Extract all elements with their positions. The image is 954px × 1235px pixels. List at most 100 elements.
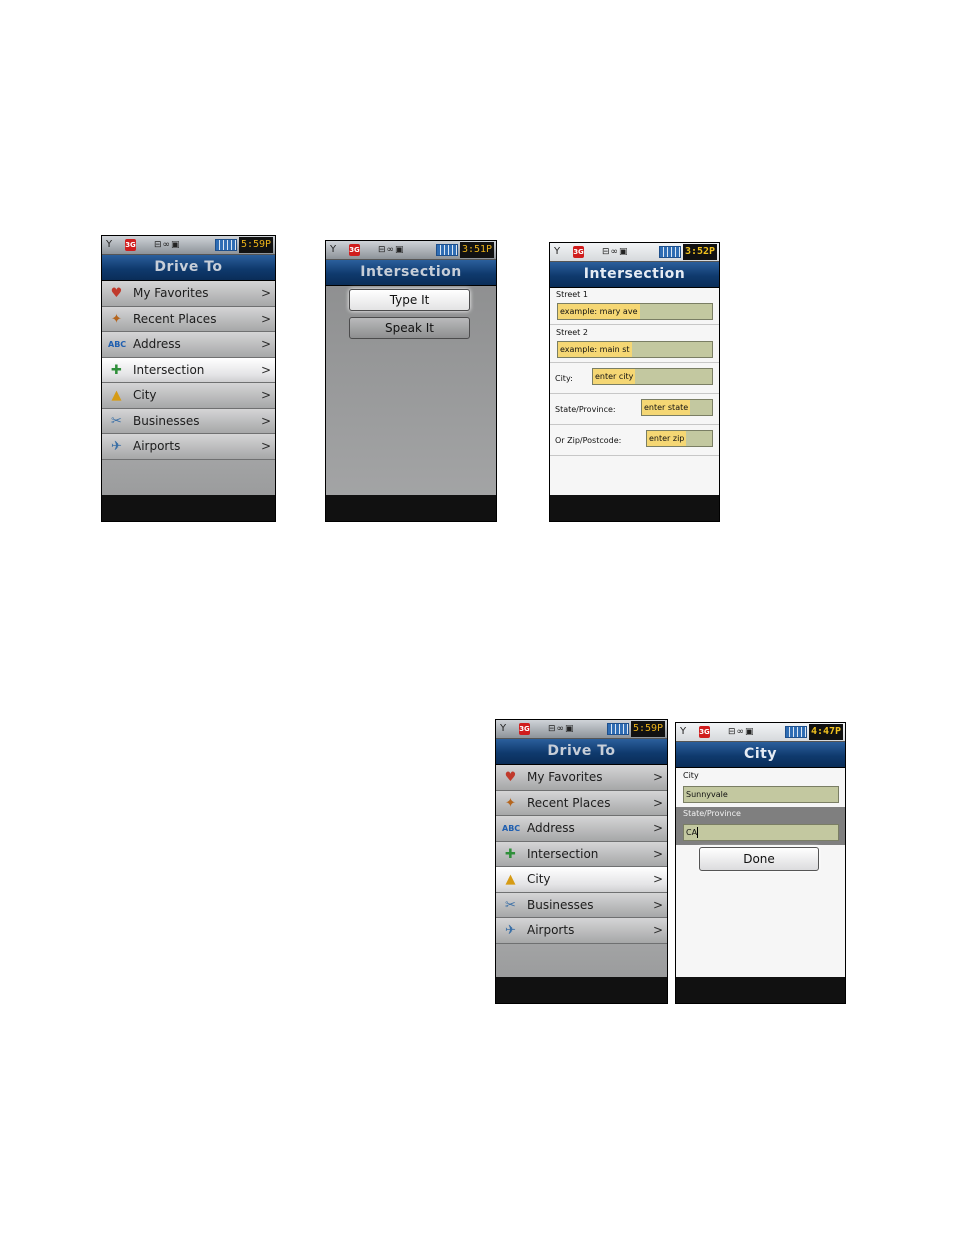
- menu-item-recent-places[interactable]: ✦ Recent Places >: [102, 306, 275, 332]
- done-button[interactable]: Done: [699, 847, 819, 871]
- menu-item-city[interactable]: ▲ City >: [496, 867, 667, 893]
- state-value: CA: [686, 828, 698, 837]
- recent-places-icon: ✦: [111, 311, 122, 327]
- clock: 3:52P: [683, 244, 717, 260]
- chevron-right-icon: >: [652, 872, 663, 886]
- page-title: City: [676, 742, 845, 767]
- menu-item-address[interactable]: ABC Address >: [496, 816, 667, 842]
- network-icon: 3G: [349, 244, 360, 256]
- signal-icon: Y: [330, 244, 337, 255]
- battery-icon: [436, 244, 458, 256]
- chevron-right-icon: >: [260, 388, 271, 402]
- menu-item-label: City: [133, 388, 157, 402]
- city-field[interactable]: Sunnyvale: [683, 786, 839, 803]
- menu-item-my-favorites[interactable]: ♥ My Favorites >: [496, 765, 667, 791]
- battery-icon: [607, 723, 629, 735]
- battery-icon: [785, 726, 807, 738]
- favorites-icon: ♥: [504, 770, 517, 785]
- battery-icon: [215, 239, 237, 251]
- clock: 3:51P: [460, 242, 494, 258]
- status-icons: ⊟∞▣: [378, 245, 405, 255]
- status-icons: ⊟∞▣: [548, 724, 575, 734]
- menu-list: ♥ My Favorites > ✦ Recent Places > ABC A…: [496, 765, 667, 977]
- street2-label: Street 2: [556, 328, 588, 337]
- chevron-right-icon: >: [652, 846, 663, 861]
- network-icon: 3G: [699, 726, 710, 738]
- status-bar: Y 3G ⊟∞▣ 4:47P: [676, 723, 845, 742]
- city-icon: ▲: [505, 872, 516, 887]
- menu-item-intersection[interactable]: ✚ Intersection >: [496, 841, 667, 867]
- menu-item-airports[interactable]: ✈ Airports >: [496, 918, 667, 944]
- intersection-icon: ✚: [505, 846, 516, 862]
- intersection-form: Street 1 example: mary ave Street 2 exam…: [550, 288, 719, 495]
- status-bar: Y 3G ⊟∞▣ 3:51P: [326, 241, 496, 260]
- address-icon: ABC: [108, 340, 127, 349]
- state-field[interactable]: enter state: [641, 399, 713, 416]
- state-field[interactable]: CA: [683, 824, 839, 841]
- city-placeholder: enter city: [593, 369, 636, 384]
- street2-placeholder: example: main st: [558, 342, 632, 357]
- signal-icon: Y: [554, 246, 561, 257]
- divider: [550, 455, 719, 456]
- options-panel: Type It Speak It: [326, 286, 496, 495]
- menu-item-businesses[interactable]: ✂ Businesses >: [496, 892, 667, 918]
- status-bar: Y 3G ⊟∞▣ 5:59P: [496, 720, 667, 739]
- airports-icon: ✈: [505, 923, 516, 938]
- page-title: Drive To: [496, 739, 667, 764]
- recent-places-icon: ✦: [505, 795, 516, 811]
- status-bar: Y 3G ⊟∞▣ 3:52P: [550, 243, 719, 262]
- chevron-right-icon: >: [652, 770, 663, 784]
- menu-item-businesses[interactable]: ✂ Businesses >: [102, 408, 275, 434]
- screen-intersection-form: Y 3G ⊟∞▣ 3:52P Intersection Street 1 exa…: [549, 242, 720, 522]
- menu-item-airports[interactable]: ✈ Airports >: [102, 434, 275, 460]
- menu-item-city[interactable]: ▲ City >: [102, 383, 275, 409]
- city-label: City:: [555, 374, 573, 383]
- menu-item-label: My Favorites: [133, 286, 209, 300]
- network-icon: 3G: [573, 246, 584, 258]
- status-icons: ⊟∞▣: [154, 240, 181, 250]
- clock: 5:59P: [631, 721, 665, 737]
- street1-field[interactable]: example: mary ave: [557, 303, 713, 320]
- chevron-right-icon: >: [652, 821, 663, 835]
- speak-it-button[interactable]: Speak It: [349, 317, 470, 339]
- zip-field[interactable]: enter zip: [646, 430, 713, 447]
- screen-intersection-choice: Y 3G ⊟∞▣ 3:51P Intersection Type It Spea…: [325, 240, 497, 522]
- menu-item-recent-places[interactable]: ✦ Recent Places >: [496, 790, 667, 816]
- clock: 4:47P: [809, 724, 843, 740]
- menu-item-label: Businesses: [527, 897, 594, 912]
- menu-item-label: Airports: [133, 439, 181, 453]
- network-icon: 3G: [125, 239, 136, 251]
- network-icon: 3G: [519, 723, 530, 735]
- menu-item-intersection[interactable]: ✚ Intersection >: [102, 357, 275, 383]
- signal-icon: Y: [500, 723, 507, 734]
- status-icons: ⊟∞▣: [602, 247, 629, 257]
- businesses-icon: ✂: [505, 897, 516, 913]
- state-label: State/Province:: [555, 405, 616, 414]
- street1-placeholder: example: mary ave: [558, 304, 640, 319]
- menu-item-label: Recent Places: [133, 311, 217, 326]
- page-title: Intersection: [326, 260, 496, 285]
- menu-item-label: Airports: [527, 923, 575, 937]
- menu-item-label: City: [527, 872, 551, 886]
- menu-item-label: Intersection: [527, 846, 599, 861]
- soft-key-bar: [496, 977, 667, 1003]
- street2-field[interactable]: example: main st: [557, 341, 713, 358]
- chevron-right-icon: >: [260, 439, 271, 453]
- chevron-right-icon: >: [260, 286, 271, 300]
- divider: [550, 424, 719, 425]
- city-field[interactable]: enter city: [592, 368, 713, 385]
- intersection-icon: ✚: [111, 362, 122, 378]
- airports-icon: ✈: [111, 439, 122, 454]
- zip-placeholder: enter zip: [647, 431, 687, 446]
- page-title: Drive To: [102, 255, 275, 280]
- zip-label: Or Zip/Postcode:: [555, 436, 622, 445]
- soft-key-bar: [550, 495, 719, 521]
- city-icon: ▲: [111, 388, 122, 403]
- state-placeholder: enter state: [642, 400, 691, 415]
- status-bar: Y 3G ⊟∞▣ 5:59P: [102, 236, 275, 255]
- screen-city-form: Y 3G ⊟∞▣ 4:47P City City Sunnyvale State…: [675, 722, 846, 1004]
- type-it-button[interactable]: Type It: [349, 289, 470, 311]
- street1-label: Street 1: [556, 290, 588, 299]
- menu-item-my-favorites[interactable]: ♥ My Favorites >: [102, 281, 275, 307]
- menu-item-address[interactable]: ABC Address >: [102, 332, 275, 358]
